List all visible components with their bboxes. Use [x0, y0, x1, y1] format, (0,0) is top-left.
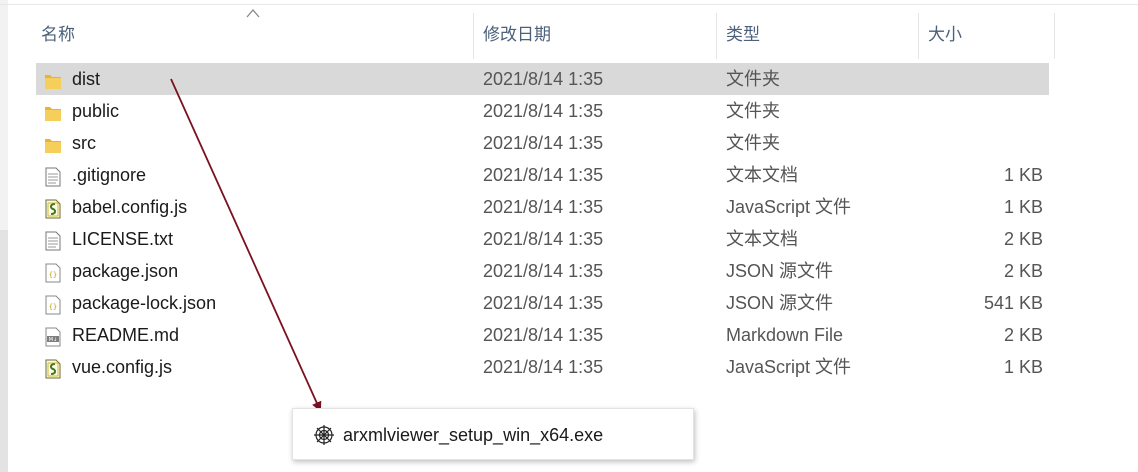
folder-icon: [44, 133, 62, 153]
file-name: package-lock.json: [72, 293, 217, 313]
file-type: Markdown File: [726, 325, 844, 345]
column-header-date[interactable]: 修改日期: [477, 15, 717, 55]
column-divider[interactable]: [918, 13, 919, 59]
file-size: 541 KB: [983, 293, 1043, 313]
file-date: 2021/8/14 1:35: [483, 229, 604, 249]
file-size: 2 KB: [1003, 325, 1043, 345]
file-size: 2 KB: [1003, 261, 1043, 281]
svg-text:{}: {}: [49, 271, 57, 279]
column-header-size[interactable]: 大小: [922, 15, 1054, 55]
file-row[interactable]: dist 2021/8/14 1:35 文件夹: [36, 63, 1049, 95]
file-type: 文件夹: [726, 69, 780, 89]
folder-icon: [44, 69, 62, 89]
file-type: JSON 源文件: [726, 293, 834, 313]
file-date: 2021/8/14 1:35: [483, 101, 604, 121]
file-date: 2021/8/14 1:35: [483, 165, 604, 185]
file-date: 2021/8/14 1:35: [483, 133, 604, 153]
file-name: vue.config.js: [72, 357, 173, 377]
file-date: 2021/8/14 1:35: [483, 69, 604, 89]
file-name: public: [72, 101, 120, 121]
file-type: JSON 源文件: [726, 261, 834, 281]
file-row[interactable]: {} package.json 2021/8/14 1:35 JSON 源文件 2 KB: [36, 255, 1049, 287]
file-type: 文本文档: [726, 165, 798, 185]
file-date: 2021/8/14 1:35: [483, 357, 604, 377]
drag-tooltip-label: arxmlviewer_setup_win_x64.exe: [343, 425, 604, 445]
file-type: 文本文档: [726, 229, 798, 249]
file-name: src: [72, 133, 96, 153]
file-row[interactable]: vue.config.js 2021/8/14 1:35 JavaScript 文件…: [36, 351, 1049, 383]
file-date: 2021/8/14 1:35: [483, 293, 604, 313]
file-size: 2 KB: [1003, 229, 1043, 249]
file-size: 1 KB: [1003, 197, 1043, 217]
column-header: 名称 修改日期 类型 大小: [0, 5, 1138, 61]
file-name: .gitignore: [72, 165, 147, 185]
file-row[interactable]: public 2021/8/14 1:35 文件夹: [36, 95, 1049, 127]
json-file-icon: {}: [44, 293, 62, 315]
file-row[interactable]: M↓ README.md 2021/8/14 1:35 Markdown File 2 …: [36, 319, 1049, 351]
file-date: 2021/8/14 1:35: [483, 261, 604, 281]
svg-text:M↓: M↓: [49, 337, 58, 343]
javascript-file-icon: [44, 197, 62, 219]
column-divider[interactable]: [716, 13, 717, 59]
file-name: package.json: [72, 261, 179, 281]
file-row[interactable]: LICENSE.txt 2021/8/14 1:35 文本文档 2 KB: [36, 223, 1049, 255]
column-header-name[interactable]: 名称: [35, 15, 473, 55]
folder-icon: [44, 101, 62, 121]
file-row[interactable]: .gitignore 2021/8/14 1:35 文本文档 1 KB: [36, 159, 1049, 191]
file-type: JavaScript 文件: [726, 357, 852, 377]
file-type: 文件夹: [726, 101, 780, 121]
column-header-type[interactable]: 类型: [720, 15, 918, 55]
web-installer-icon: [314, 425, 334, 445]
file-name: dist: [72, 69, 101, 89]
svg-text:{}: {}: [49, 303, 57, 311]
file-explorer: 名称 修改日期 类型 大小 dist 2021/8/14 1:35 文件夹 publi…: [0, 0, 1138, 472]
json-file-icon: {}: [44, 261, 62, 283]
file-row[interactable]: src 2021/8/14 1:35 文件夹: [36, 127, 1049, 159]
file-size: 1 KB: [1003, 165, 1043, 185]
file-type: JavaScript 文件: [726, 197, 852, 217]
file-name: README.md: [72, 325, 180, 345]
column-divider[interactable]: [473, 13, 474, 59]
text-file-icon: [44, 165, 62, 187]
column-divider[interactable]: [1054, 13, 1055, 59]
file-name: LICENSE.txt: [72, 229, 174, 249]
file-date: 2021/8/14 1:35: [483, 197, 604, 217]
file-size: 1 KB: [1003, 357, 1043, 377]
navigation-scrollbar[interactable]: [0, 230, 8, 472]
file-row[interactable]: {} package-lock.json 2021/8/14 1:35 JSON 源文…: [36, 287, 1049, 319]
file-name: babel.config.js: [72, 197, 188, 217]
javascript-file-icon: [44, 357, 62, 379]
file-date: 2021/8/14 1:35: [483, 325, 604, 345]
markdown-file-icon: M↓: [44, 325, 62, 347]
text-file-icon: [44, 229, 62, 251]
drag-tooltip: arxmlviewer_setup_win_x64.exe: [292, 408, 694, 460]
file-type: 文件夹: [726, 133, 780, 153]
file-row[interactable]: babel.config.js 2021/8/14 1:35 JavaScript …: [36, 191, 1049, 223]
